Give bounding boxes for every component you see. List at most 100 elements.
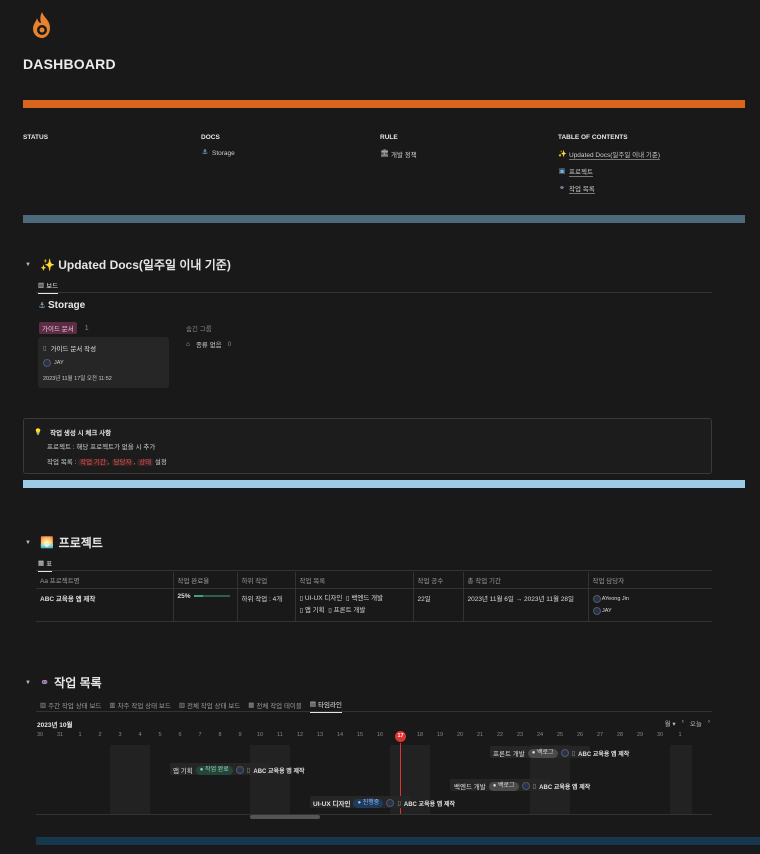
avatar [43,359,51,367]
card-author-row: JAY [43,359,164,367]
task-project: ABC 교육용 앱 제작 [253,768,305,775]
task-item-planning[interactable]: 앱 기획 ● 작업 완료 ▯ ABC 교육용 앱 제작 [173,765,305,775]
timeline-day-label: 2 [98,732,102,738]
timeline-day-label: 9 [238,732,242,738]
avatar [386,799,395,807]
chevron-left-icon[interactable]: ‹ [682,718,684,728]
timeline-day-label: 25 [556,732,564,738]
task-project: ABC 교육용 앱 제작 [578,751,630,758]
no-type-label: 종류 없음 [195,342,222,349]
board-view-icon: ▥ [178,701,185,709]
chevron-right-icon[interactable]: › [708,718,710,728]
progress-cell: 25% [173,588,238,622]
column-header[interactable]: 작업 공수 [413,572,464,589]
weekend-band [670,745,692,814]
task-link-label: 프론트 개발 [333,607,366,614]
timeline-day-label: 7 [198,732,202,738]
docs-link-storage[interactable]: ⚓ Storage [201,149,235,157]
subtasks-cell: 하위 작업 : 4개 [237,588,296,622]
timeline-view-icon: ▤ [309,701,317,708]
task-link[interactable]: ▯ 프론트 개발 [328,607,365,614]
group-count: 1 [84,324,89,332]
timeline-day-label: 30 [36,732,44,738]
column-header[interactable]: 작업 완료율 [173,572,238,589]
callout-tag: 작업 기간 [78,459,108,466]
unit-select[interactable]: 월 ▾ [665,718,676,728]
rule-link[interactable]: 🏛 개발 정책 [380,149,417,159]
anchor-icon: ⚓ [38,300,46,310]
docs-link-label: Storage [212,149,235,157]
task-link-label: UI-UX 디자인 [304,595,343,602]
task-project: ABC 교육용 앱 제작 [403,801,456,808]
status-badge: ● 작업 완료 [195,765,233,775]
page-title: DASHBOARD [23,56,116,72]
sparkles-icon: ✨ [558,150,567,158]
toc-link-tasks[interactable]: ⚭ 작업 목록 [558,183,660,194]
link-icon: ⚭ [559,184,565,192]
timeline-controls: 월 ▾ ‹ 오늘 › [665,718,710,728]
inbox-icon: ⌂ [186,340,190,348]
status-badge: ● 백로그 [527,748,558,758]
callout-line2-suffix: 설정 [153,459,167,466]
document-icon: ▯ [571,750,576,757]
card-title: 가이드 문서 작성 [50,346,97,353]
weekend-band [250,745,290,814]
board-title[interactable]: ⚓ Storage [38,300,85,311]
timeline-day-label: 3 [118,732,122,738]
callout-tag: 상태 [137,459,154,466]
column-header[interactable]: 작업 목록 [295,572,414,589]
horizontal-scrollbar[interactable] [250,815,320,819]
divider-orange [23,100,745,108]
document-icon: ▯ [532,783,537,790]
tab-label: 차주 작업 상태 보드 [117,702,171,710]
toggle-triangle-icon: ▼ [25,261,31,268]
projects-toggle[interactable]: ▼ 🌅 프로젝트 [25,534,103,551]
anchor-icon: ⚓ [201,149,209,156]
status-badge: ● 진행중 [353,798,384,808]
hidden-group-no-type[interactable]: ⌂ 종류 없음 0 [186,339,231,350]
status-text: 백로그 [498,782,515,789]
timeline-day-label: 11 [277,732,283,738]
task-item-frontend[interactable]: 프론트 개발 ● 백로그 ▯ ABC 교육용 앱 제작 [493,748,629,758]
board-card[interactable]: ▯ 가이드 문서 작성 JAY 2023년 11월 17일 오전 11:52 [38,337,169,388]
column-header[interactable]: 작업 담당자 [588,572,712,589]
timeline-day-label: 14 [336,732,344,738]
timeline-day-label: 29 [636,732,644,738]
tab-label: 타임라인 [318,702,342,709]
today-button[interactable]: 오늘 [690,718,702,728]
updated-docs-toggle[interactable]: ▼ ✨ Updated Docs(일주일 이내 기준) [25,256,231,273]
column-header[interactable]: 총 작업 기간 [463,572,589,589]
status-column: STATUS [23,134,48,149]
task-link[interactable]: ▯ 앱 기획 [300,607,325,614]
divider-light-blue [23,480,745,488]
task-item-uiux[interactable]: UI-UX 디자인 ● 진행중 ▯ ABC 교육용 앱 제작 [313,798,455,808]
document-icon: ▯ [397,800,401,807]
callout-line2: 작업 목록 : 작업 기간, 담당자, 상태 설정 [47,459,167,466]
task-link[interactable]: ▯ UI-UX 디자인 [300,595,343,602]
fire-icon [24,8,60,44]
section-title: ✨ Updated Docs(일주일 이내 기준) [39,258,231,272]
column-header[interactable]: 하위 작업 [237,572,296,589]
document-icon: ▯ [43,345,47,352]
column-header[interactable]: Aa 프로젝트명 [36,572,174,589]
board-view-icon: ▥ [38,282,45,289]
today-marker: 17 [395,731,406,742]
toc-link-projects[interactable]: ▣ 프로젝트 [558,166,660,177]
timeline-day-label: 18 [416,732,424,738]
tasks-toggle[interactable]: ▼ ⚭ 작업 목록 [25,674,102,691]
project-name[interactable]: ABC 교육용 앱 제작 [36,588,174,622]
table-row[interactable]: ABC 교육용 앱 제작 25% 하위 작업 : 4개 ▯ UI-UX 디자인 … [36,588,712,622]
table-view-icon: ▦ [38,560,45,567]
book-icon: ▣ [558,167,566,175]
task-link[interactable]: ▯ 백엔드 개발 [346,595,383,602]
callout-tag: 담당자 [111,459,134,466]
timeline-day-label: 1 [78,732,82,738]
tab-label: 전체 작업 테이블 [256,702,302,710]
toc-link-updated-docs[interactable]: ✨ Updated Docs(일주일 이내 기준) [558,149,660,160]
callout-title: 작업 생성 시 체크 사항 [50,430,112,437]
task-item-backend[interactable]: 백엔드 개발 ● 백로그 ▯ ABC 교육용 앱 제작 [454,781,590,791]
tab-divider [36,570,712,571]
board-view-icon: ▥ [109,701,116,709]
lightbulb-icon: 💡 [34,429,43,436]
avatar [521,782,530,790]
